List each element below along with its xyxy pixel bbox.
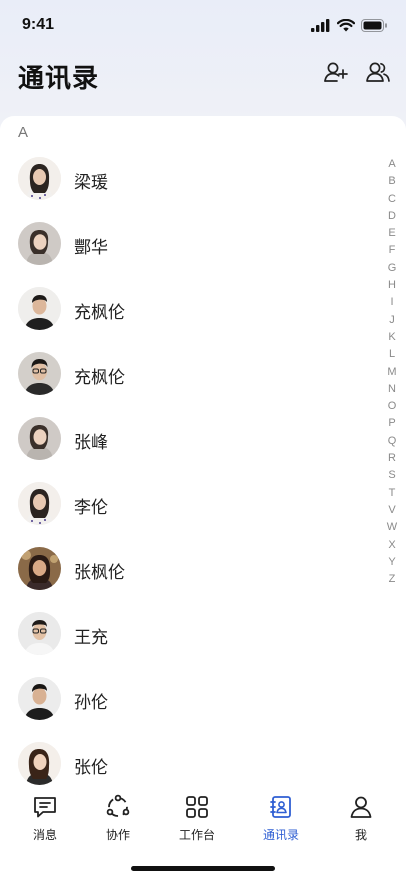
tab-collaborate[interactable]: 协作 [83,794,153,848]
contact-name: 酆华 [74,238,108,258]
battery-icon [361,17,388,36]
collaborate-icon [105,794,131,820]
contact-name: 张枫伦 [74,563,125,583]
index-letter[interactable]: H [388,277,396,294]
avatar [18,222,61,265]
index-letter[interactable]: E [388,225,395,242]
wifi-icon [336,17,356,36]
avatar [18,352,61,395]
contacts-panel[interactable]: A 梁瑗 酆华 充枫伦 充枫伦 张峰 李伦 张枫伦 王充 孙伦 张伦 A B C… [0,116,406,790]
avatar [18,547,61,590]
index-letter[interactable]: D [388,208,396,225]
group-icon [365,60,391,88]
index-letter[interactable]: T [389,485,396,502]
profile-icon [348,794,374,820]
list-item[interactable]: 张枫伦 [0,538,380,603]
status-icons [311,17,388,36]
list-item[interactable]: 充枫伦 [0,278,380,343]
index-letter[interactable]: N [388,381,396,398]
index-letter[interactable]: Y [388,554,395,571]
index-letter[interactable]: C [388,191,396,208]
index-letter[interactable]: X [388,537,395,554]
index-letter[interactable]: M [387,364,396,381]
avatar [18,742,61,785]
contact-name: 梁瑗 [74,173,108,193]
index-letter[interactable]: Z [389,571,396,588]
add-contact-button[interactable] [322,60,350,88]
index-letter[interactable]: J [389,312,395,329]
contact-name: 王充 [74,628,108,648]
index-letter[interactable]: L [389,346,395,363]
contact-name: 孙伦 [74,693,108,713]
contact-name: 充枫伦 [74,368,125,388]
contact-name: 张伦 [74,758,108,778]
tab-messages[interactable]: 消息 [10,794,80,848]
index-letter[interactable]: S [388,467,395,484]
list-item[interactable]: 充枫伦 [0,343,380,408]
signal-icon [311,17,331,36]
list-item[interactable]: 张峰 [0,408,380,473]
index-letter[interactable]: K [388,329,395,346]
tab-label: 通讯录 [262,828,299,842]
tab-label: 消息 [32,828,57,842]
avatar [18,482,61,525]
tab-label: 协作 [105,828,130,842]
index-letter[interactable]: A [388,156,395,173]
page-header: 通讯录 [0,52,406,100]
add-user-icon [323,60,349,88]
index-letter[interactable]: V [388,502,395,519]
list-item[interactable]: 梁瑗 [0,148,380,213]
status-time: 9:41 [22,16,55,33]
index-letter[interactable]: O [388,398,397,415]
contact-name: 张峰 [74,433,108,453]
contact-name: 李伦 [74,498,108,518]
alphabet-index[interactable]: ABCDEFGHIJKLMNOPQRSTVWXYZ [386,156,398,588]
index-letter[interactable]: Q [388,433,397,450]
index-letter[interactable]: G [388,260,397,277]
index-letter[interactable]: R [388,450,396,467]
contacts-icon [268,794,294,820]
contact-list[interactable]: 梁瑗 酆华 充枫伦 充枫伦 张峰 李伦 张枫伦 王充 孙伦 张伦 [0,148,380,790]
tab-contacts[interactable]: 通讯录 [246,794,316,848]
status-bar: 9:41 [0,0,406,50]
avatar [18,417,61,460]
group-button[interactable] [364,60,392,88]
avatar [18,612,61,655]
list-item[interactable]: 王充 [0,603,380,668]
index-letter[interactable]: B [388,173,395,190]
tab-label: 工作台 [178,828,215,842]
avatar [18,157,61,200]
contact-name: 充枫伦 [74,303,125,323]
workbench-icon [184,794,210,820]
index-letter[interactable]: I [390,294,393,311]
list-item[interactable]: 张伦 [0,733,380,790]
list-item[interactable]: 孙伦 [0,668,380,733]
section-header: A [18,124,29,141]
tab-label: 我 [354,828,367,842]
list-item[interactable]: 李伦 [0,473,380,538]
tab-workbench[interactable]: 工作台 [162,794,232,848]
page-title: 通讯录 [18,64,100,94]
avatar [18,677,61,720]
index-letter[interactable]: P [388,415,395,432]
message-icon [32,794,58,820]
index-letter[interactable]: F [389,242,396,259]
list-item[interactable]: 酆华 [0,213,380,278]
home-indicator[interactable] [131,866,275,871]
tab-profile[interactable]: 我 [326,794,396,848]
avatar [18,287,61,330]
index-letter[interactable]: W [387,519,397,536]
